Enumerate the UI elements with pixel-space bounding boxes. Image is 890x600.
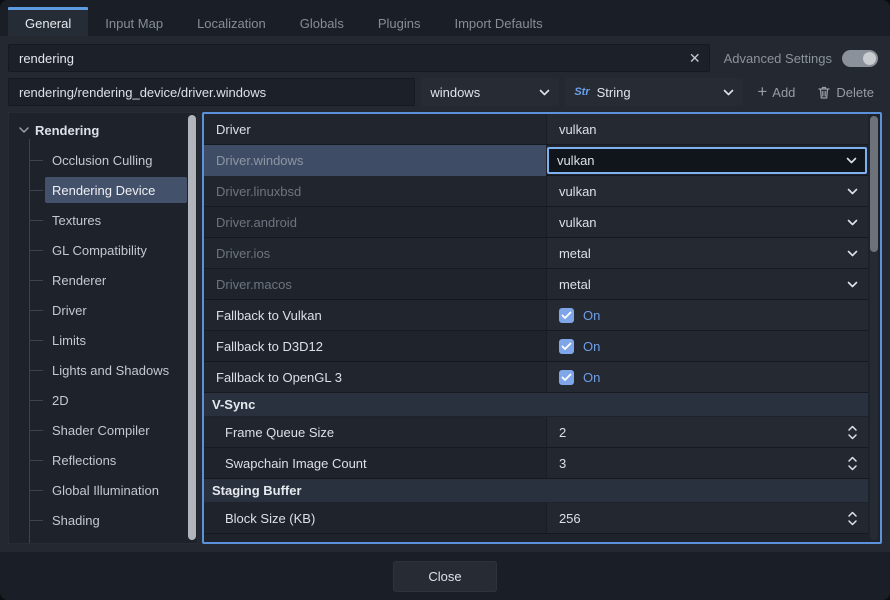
sections-tree: Rendering Occlusion Culling Rendering De… <box>8 112 198 544</box>
toggle-knob <box>863 52 876 65</box>
delete-property-button[interactable]: Delete <box>809 78 882 106</box>
chevron-down-icon <box>847 281 858 288</box>
frame-queue-size-spinbox[interactable]: 2 <box>546 417 868 447</box>
tree-item-gl-compatibility[interactable]: GL Compatibility <box>9 235 197 265</box>
collapse-arrow-icon[interactable] <box>19 127 29 133</box>
inspector-rows: Driver vulkan Driver.windows vulkan <box>204 114 868 534</box>
string-type-icon: Str <box>574 86 589 98</box>
plus-icon: + <box>757 83 767 100</box>
tree-item-limits[interactable]: Limits <box>9 325 197 355</box>
tree-item-lights-and-shadows[interactable]: Lights and Shadows <box>9 355 197 385</box>
swapchain-image-count-spinbox[interactable]: 3 <box>546 448 868 478</box>
driver-value[interactable]: vulkan <box>546 114 868 144</box>
block-size-spinbox[interactable]: 256 <box>546 503 868 533</box>
driver-ios-dropdown[interactable]: metal <box>546 238 868 268</box>
tree-item-occlusion-culling[interactable]: Occlusion Culling <box>9 145 197 175</box>
tree-item-2d[interactable]: 2D <box>9 385 197 415</box>
tree-item-global-illumination[interactable]: Global Illumination <box>9 475 197 505</box>
type-dropdown[interactable]: Str String <box>565 78 743 106</box>
settings-inspector: Driver vulkan Driver.windows vulkan <box>202 112 882 544</box>
property-row-driver-windows[interactable]: Driver.windows vulkan <box>204 145 868 176</box>
property-row-driver-linuxbsd: Driver.linuxbsd vulkan <box>204 176 868 207</box>
chevron-down-icon <box>539 89 550 96</box>
fallback-opengl3-checkbox[interactable]: On <box>559 370 600 385</box>
advanced-settings-label: Advanced Settings <box>724 51 832 66</box>
driver-macos-dropdown[interactable]: metal <box>546 269 868 299</box>
property-row-driver-macos: Driver.macos metal <box>204 269 868 300</box>
tab-input-map[interactable]: Input Map <box>88 7 180 36</box>
tree-item-shader-compiler[interactable]: Shader Compiler <box>9 415 197 445</box>
tree-item-driver[interactable]: Driver <box>9 295 197 325</box>
checkbox-checked-icon <box>559 339 574 354</box>
driver-android-dropdown[interactable]: vulkan <box>546 207 868 237</box>
tree-item-shading[interactable]: Shading <box>9 505 197 535</box>
property-row-frame-queue-size: Frame Queue Size 2 <box>204 417 868 448</box>
tree-item-textures[interactable]: Textures <box>9 205 197 235</box>
chevron-down-icon <box>723 89 734 96</box>
checkbox-checked-icon <box>559 308 574 323</box>
fallback-vulkan-checkbox[interactable]: On <box>559 308 600 323</box>
tab-localization[interactable]: Localization <box>180 7 283 36</box>
main-split: Rendering Occlusion Culling Rendering De… <box>8 112 882 544</box>
property-row-block-size-kb: Block Size (KB) 256 <box>204 503 868 534</box>
search-row: ✕ Advanced Settings <box>8 44 882 72</box>
fallback-d3d12-checkbox[interactable]: On <box>559 339 600 354</box>
add-button-label: Add <box>772 85 795 100</box>
delete-button-label: Delete <box>836 85 874 100</box>
property-bar: rendering/rendering_device/driver.window… <box>8 78 882 106</box>
tree-root-label: Rendering <box>35 123 99 138</box>
driver-windows-dropdown[interactable]: vulkan <box>547 147 867 174</box>
chevron-down-icon <box>846 157 857 164</box>
search-input[interactable] <box>9 45 709 71</box>
dialog-footer: Close <box>0 552 890 600</box>
project-settings-dialog: General Input Map Localization Globals P… <box>0 0 890 600</box>
trash-icon <box>817 85 831 100</box>
type-dropdown-value: String <box>597 85 631 100</box>
tree-item-camera[interactable]: Camera <box>9 535 197 544</box>
tree-item-rendering-device[interactable]: Rendering Device <box>9 175 197 205</box>
property-row-fallback-to-d3d12: Fallback to D3D12 On <box>204 331 868 362</box>
clear-search-icon[interactable]: ✕ <box>689 45 701 71</box>
tab-plugins[interactable]: Plugins <box>361 7 438 36</box>
feature-dropdown[interactable]: windows <box>421 78 559 106</box>
tab-bar: General Input Map Localization Globals P… <box>0 0 890 36</box>
general-tab-content: ✕ Advanced Settings rendering/rendering_… <box>0 36 890 552</box>
chevron-down-icon <box>847 219 858 226</box>
close-button[interactable]: Close <box>393 561 497 592</box>
tree-children: Occlusion Culling Rendering Device Textu… <box>9 145 197 544</box>
inspector-scrollbar-grabber[interactable] <box>870 116 878 252</box>
property-row-fallback-to-vulkan: Fallback to Vulkan On <box>204 300 868 331</box>
driver-linuxbsd-dropdown[interactable]: vulkan <box>546 176 868 206</box>
tree-item-reflections[interactable]: Reflections <box>9 445 197 475</box>
property-row-driver-ios: Driver.ios metal <box>204 238 868 269</box>
property-row-swapchain-image-count: Swapchain Image Count 3 <box>204 448 868 479</box>
section-header-staging-buffer: Staging Buffer <box>204 479 868 503</box>
property-path-input[interactable]: rendering/rendering_device/driver.window… <box>8 78 415 106</box>
tree-item-rendering[interactable]: Rendering <box>9 115 197 145</box>
spinner-updown-icon[interactable] <box>847 425 858 440</box>
property-row-fallback-to-opengl3: Fallback to OpenGL 3 On <box>204 362 868 393</box>
add-property-button[interactable]: + Add <box>749 78 803 106</box>
tree-item-renderer[interactable]: Renderer <box>9 265 197 295</box>
feature-dropdown-value: windows <box>430 85 480 100</box>
property-row-driver: Driver vulkan <box>204 114 868 145</box>
tree-scrollbar[interactable] <box>188 115 196 540</box>
section-header-vsync: V-Sync <box>204 393 868 417</box>
tab-import-defaults[interactable]: Import Defaults <box>437 7 559 36</box>
property-row-driver-android: Driver.android vulkan <box>204 207 868 238</box>
checkbox-checked-icon <box>559 370 574 385</box>
advanced-settings-toggle[interactable] <box>842 50 878 67</box>
search-box: ✕ <box>8 44 710 72</box>
chevron-down-icon <box>847 250 858 257</box>
inspector-scrollbar-track[interactable] <box>870 116 878 540</box>
tab-general[interactable]: General <box>8 7 88 36</box>
chevron-down-icon <box>847 188 858 195</box>
tab-globals[interactable]: Globals <box>283 7 361 36</box>
spinner-updown-icon[interactable] <box>847 511 858 526</box>
spinner-updown-icon[interactable] <box>847 456 858 471</box>
